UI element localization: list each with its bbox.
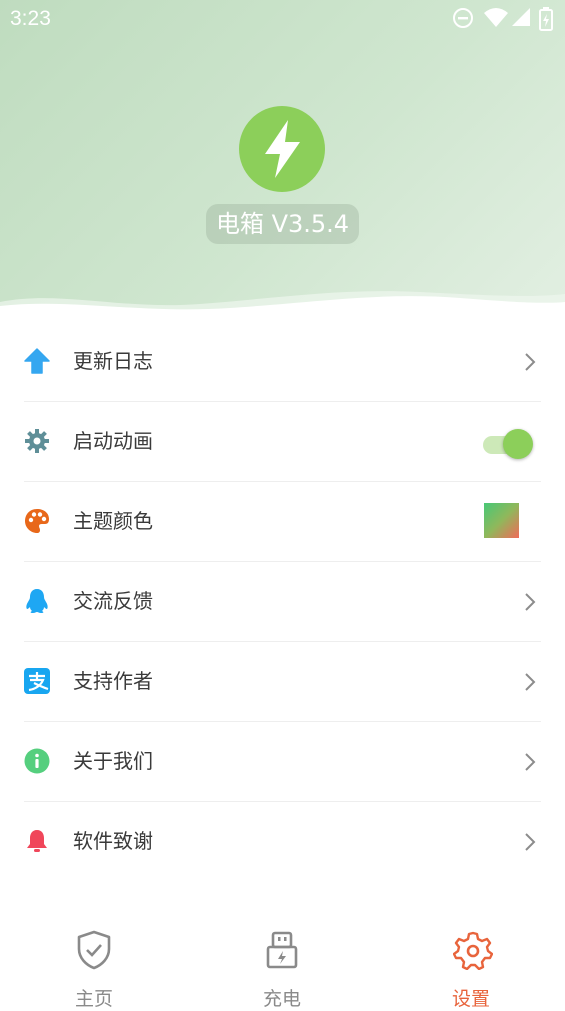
chevron-right-icon — [525, 593, 536, 611]
menu-item-theme-color[interactable]: 主题颜色 — [24, 481, 541, 561]
settings-gear-icon — [453, 931, 493, 970]
menu-item-label: 关于我们 — [73, 749, 153, 773]
nav-label: 主页 — [74, 988, 113, 1010]
palette-icon — [25, 509, 49, 533]
chevron-right-icon — [525, 353, 536, 371]
nav-label: 充电 — [262, 988, 301, 1010]
alipay-icon — [24, 668, 50, 694]
nav-item-home[interactable]: 主页 — [34, 930, 154, 1010]
menu-item-changelog[interactable]: 更新日志 — [24, 322, 541, 401]
menu-item-feedback[interactable]: 交流反馈 — [24, 561, 541, 641]
info-icon — [24, 748, 50, 774]
lightning-bolt-icon — [265, 120, 300, 178]
signal-icon — [512, 8, 530, 26]
menu-item-launch-animation[interactable]: 启动动画 — [24, 401, 541, 481]
bell-icon — [27, 830, 47, 852]
nav-label: 设置 — [451, 988, 490, 1010]
menu-item-label: 支持作者 — [73, 669, 153, 693]
chevron-right-icon — [525, 833, 536, 851]
toggle-thumb — [503, 429, 533, 459]
battery-charging-icon — [539, 7, 553, 31]
menu-item-label: 主题颜色 — [73, 509, 153, 533]
qq-penguin-icon — [26, 589, 48, 613]
chevron-right-icon — [525, 753, 536, 771]
nav-item-charge[interactable]: 充电 — [222, 930, 342, 1010]
wifi-icon — [484, 8, 508, 27]
do-not-disturb-icon — [453, 8, 473, 28]
app-name-version: 电箱 V3.5.4 — [215, 210, 350, 238]
app-logo — [239, 106, 325, 192]
status-time: 3:23 — [10, 7, 51, 30]
status-bar: 3:23 — [0, 0, 565, 40]
theme-color-swatch[interactable] — [484, 503, 519, 538]
menu-item-label: 交流反馈 — [73, 589, 153, 613]
settings-menu: 更新日志 启动动画 主题颜色 交流反馈 支持作者 关于我们 软件致谢 — [0, 322, 565, 881]
menu-item-acknowledgements[interactable]: 软件致谢 — [24, 801, 541, 881]
chevron-right-icon — [525, 673, 536, 691]
gear-icon — [25, 429, 49, 453]
bottom-navigation: 主页 充电 设置 — [0, 920, 565, 1010]
menu-item-label: 启动动画 — [73, 429, 153, 453]
shield-check-icon — [77, 930, 111, 970]
charger-plug-icon — [266, 931, 298, 969]
app-version-badge: 电箱 V3.5.4 — [206, 204, 359, 244]
header-banner: 3:23 电箱 V3.5.4 — [0, 0, 565, 315]
menu-item-label: 更新日志 — [73, 349, 153, 373]
arrow-up-icon — [24, 348, 50, 374]
menu-item-label: 软件致谢 — [73, 829, 153, 853]
menu-item-support-author[interactable]: 支持作者 — [24, 641, 541, 721]
nav-item-settings[interactable]: 设置 — [411, 930, 531, 1010]
menu-item-about-us[interactable]: 关于我们 — [24, 721, 541, 801]
header-wave — [0, 291, 565, 315]
launch-animation-toggle[interactable] — [481, 426, 535, 460]
